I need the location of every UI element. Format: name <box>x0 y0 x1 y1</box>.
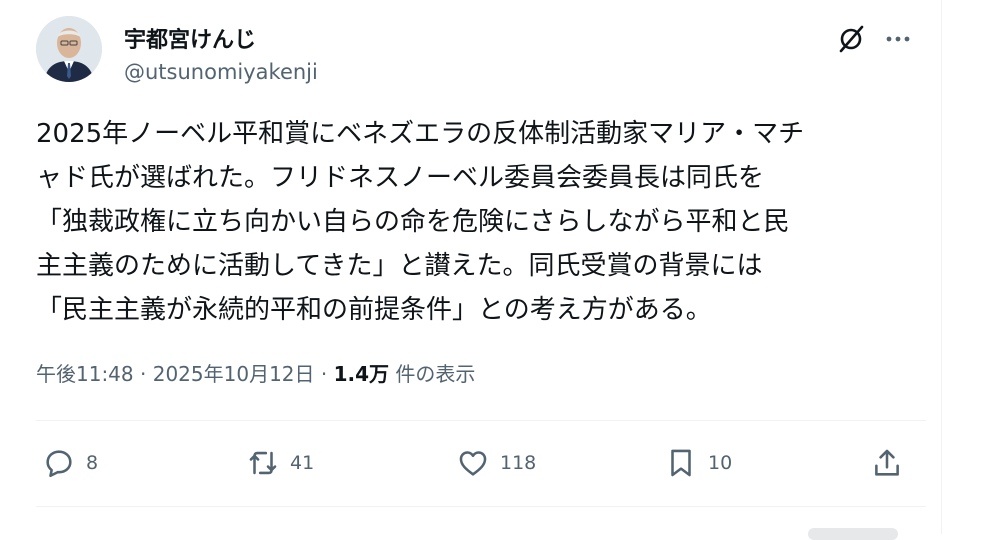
more-icon[interactable] <box>882 24 914 54</box>
author-handle[interactable]: @utsunomiyakenji <box>124 60 318 84</box>
share-icon <box>875 449 899 476</box>
repost-count: 41 <box>290 452 315 474</box>
post-text-line: 2025年ノーベル平和賞にベネズエラの反体制活動家マリア・マチ <box>36 119 805 149</box>
post-text-line: ャド氏が選ばれた。フリドネスノーベル委員会委員長は同氏を <box>36 163 765 193</box>
repost-button[interactable]: 41 <box>246 440 314 486</box>
reply-count: 8 <box>86 452 99 474</box>
like-count: 118 <box>500 452 537 474</box>
author-name[interactable]: 宇都宮けんじ <box>124 22 256 54</box>
like-button[interactable]: 118 <box>456 440 536 486</box>
bookmark-count: 10 <box>708 452 733 474</box>
partial-button[interactable] <box>808 528 898 540</box>
post-date[interactable]: 2025年10月12日 <box>153 362 315 386</box>
post-meta: 午後11:48 · 2025年10月12日 · 1.4万 件の表示 <box>36 358 475 387</box>
post-text-line: 「独裁政権に立ち向かい自らの命を危険にさらしながら平和と民 <box>36 207 790 237</box>
bookmark-button[interactable]: 10 <box>664 440 732 486</box>
repost-icon <box>249 451 277 475</box>
divider <box>36 506 926 507</box>
action-bar: 8 41 118 10 <box>36 440 926 486</box>
views-label: 件の表示 <box>389 362 476 386</box>
avatar-image <box>36 16 102 82</box>
divider <box>36 420 926 421</box>
reply-icon <box>46 450 72 478</box>
post-text-line: 「民主主義が永続的平和の前提条件」との考え方がある。 <box>36 295 712 325</box>
post-time[interactable]: 午後11:48 <box>36 362 134 386</box>
post-header: 宇都宮けんじ @utsunomiyakenji <box>36 16 926 88</box>
bookmark-icon <box>671 449 691 477</box>
share-button[interactable] <box>870 440 904 486</box>
reply-button[interactable]: 8 <box>42 440 98 486</box>
grok-icon[interactable] <box>836 24 866 54</box>
heart-icon <box>459 451 487 476</box>
meta-separator: · <box>133 362 153 386</box>
views-count[interactable]: 1.4万 <box>334 362 389 386</box>
avatar[interactable] <box>36 16 102 82</box>
post-text-line: 主主義のために活動してきた」と讃えた。同氏受賞の背景には <box>36 251 763 281</box>
meta-separator: · <box>314 362 334 386</box>
post-card: 宇都宮けんじ @utsunomiyakenji 2025年ノーベル平和賞にベネズ… <box>0 0 942 540</box>
post-text: 2025年ノーベル平和賞にベネズエラの反体制活動家マリア・マチ ャド氏が選ばれた… <box>36 112 906 332</box>
